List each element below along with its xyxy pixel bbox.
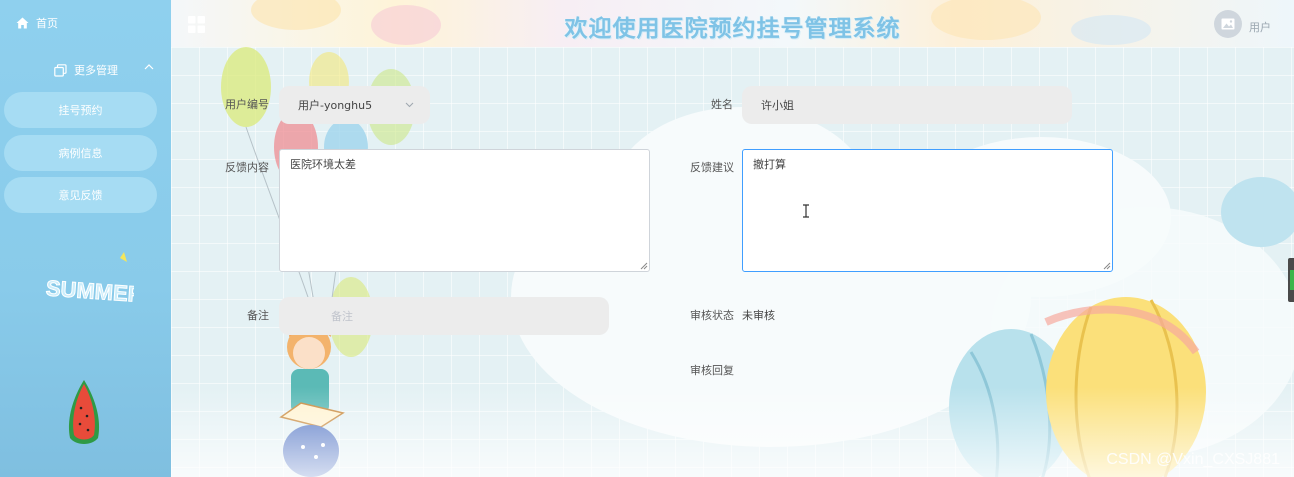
review-reply-label: 审核回复 <box>690 364 734 377</box>
feedback-content-label: 反馈内容 <box>225 161 269 174</box>
copy-icon <box>54 63 67 77</box>
watermelon-icon <box>68 380 100 444</box>
sidebar-item-registration[interactable]: 挂号预约 <box>4 92 157 128</box>
sidebar-item-feedback[interactable]: 意见反馈 <box>4 177 157 213</box>
feedback-content-textarea[interactable]: 医院环境太差 <box>279 149 650 272</box>
page-title: 欢迎使用医院预约挂号管理系统 <box>564 16 901 42</box>
main-content: 用户编号 用户-yonghu5 姓名 许小姐 反馈内容 医院环境太差 反馈建议 … <box>171 47 1294 477</box>
home-icon <box>16 17 29 29</box>
feedback-suggestion-label: 反馈建议 <box>690 161 734 174</box>
background-cloud <box>1221 177 1294 247</box>
sidebar-item-home[interactable]: 首页 <box>16 14 58 32</box>
svg-text:SUMMER: SUMMER <box>45 275 134 307</box>
text-cursor-icon <box>803 204 809 218</box>
sidebar-item-label: 病例信息 <box>58 147 103 160</box>
user-id-select[interactable]: 用户-yonghu5 <box>279 86 430 124</box>
review-status-value: 未审核 <box>742 309 775 322</box>
name-field[interactable]: 许小姐 <box>742 86 1072 124</box>
user-menu-label[interactable]: 用户 <box>1249 19 1271 35</box>
avatar[interactable] <box>1214 10 1242 38</box>
resize-handle-icon[interactable] <box>640 262 648 270</box>
sidebar-item-label: 意见反馈 <box>58 189 103 202</box>
watermark-text: CSDN @Vxin_CXSJ881 <box>1106 451 1280 468</box>
top-header: 欢迎使用医院预约挂号管理系统 用户 <box>171 0 1294 47</box>
remark-label: 备注 <box>247 309 269 322</box>
sidebar-group-label: 更多管理 <box>74 64 118 77</box>
sidebar-item-label: 挂号预约 <box>58 104 103 117</box>
user-id-value: 用户-yonghu5 <box>298 99 373 112</box>
chevron-down-icon <box>405 102 414 108</box>
name-value: 许小姐 <box>761 99 794 112</box>
feedback-suggestion-textarea[interactable]: 撤打算 <box>742 149 1113 272</box>
review-status-label: 审核状态 <box>690 309 734 322</box>
resize-handle-icon[interactable] <box>1103 262 1111 270</box>
sidebar: 首页 更多管理 挂号预约 病例信息 意见反馈 SUMMER <box>0 0 171 477</box>
sidebar-group-more-management[interactable]: 更多管理 <box>54 62 164 78</box>
summer-decoration: SUMMER <box>45 252 134 308</box>
sidebar-item-label: 首页 <box>36 17 58 30</box>
side-scroll-tab[interactable] <box>1288 258 1294 302</box>
feedback-content-value: 医院环境太差 <box>290 158 356 171</box>
user-id-label: 用户编号 <box>225 98 269 111</box>
remark-placeholder: 备注 <box>331 310 353 323</box>
chevron-up-icon <box>144 64 154 70</box>
name-label: 姓名 <box>711 98 733 111</box>
sidebar-item-case-info[interactable]: 病例信息 <box>4 135 157 171</box>
remark-field[interactable]: 备注 <box>279 297 609 335</box>
image-icon <box>1221 18 1235 30</box>
feedback-suggestion-value: 撤打算 <box>753 158 786 171</box>
